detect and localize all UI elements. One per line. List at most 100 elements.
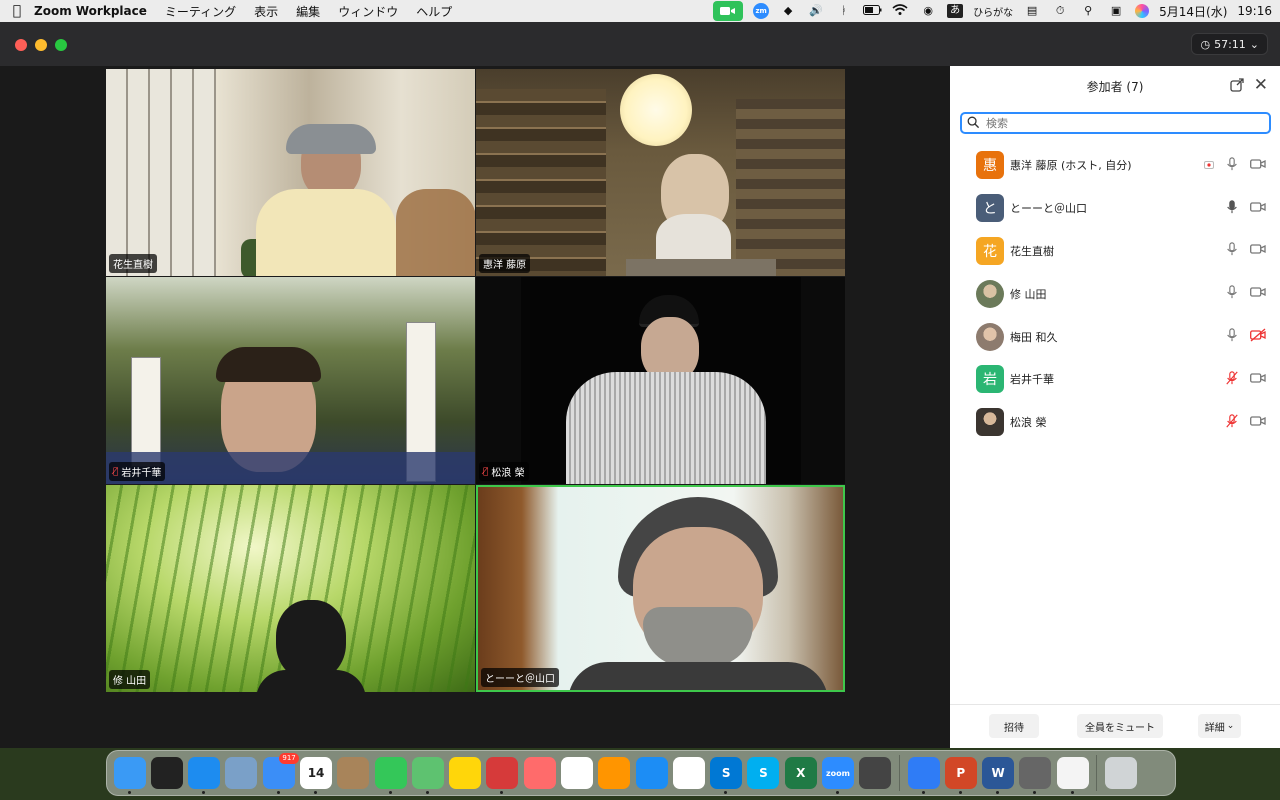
video-camera-icon[interactable] (1250, 241, 1266, 260)
dock-messenger-icon[interactable] (907, 757, 940, 794)
menu-view[interactable]: 表示 (254, 3, 278, 20)
meeting-timer[interactable]: ◷ 57:11 ⌄ (1191, 33, 1268, 55)
dock-separator (898, 755, 900, 791)
fullscreen-window-button[interactable] (55, 39, 67, 51)
video-tile[interactable]: 惠洋 藤原 (476, 69, 845, 276)
video-tile[interactable]: 🎙̸ 松浪 榮 (476, 277, 845, 484)
dock-google-drive-icon[interactable] (859, 757, 892, 789)
video-tile[interactable]: 修 山田 (106, 485, 475, 692)
keyboard-icon[interactable]: ▤ (1023, 4, 1041, 18)
video-camera-icon[interactable] (1250, 370, 1266, 389)
close-panel-icon[interactable]: ✕ (1254, 76, 1268, 94)
search-icon (967, 114, 980, 133)
app-menu[interactable]: Zoom Workplace (34, 4, 147, 18)
window-titlebar[interactable]: ◷ 57:11 ⌄ (0, 22, 1280, 66)
video-tile[interactable]: 花生直樹 (106, 69, 475, 276)
participant-name: 花生直樹 (1010, 244, 1054, 258)
muted-mic-icon[interactable] (1224, 413, 1240, 432)
microphone-icon[interactable] (1224, 284, 1240, 303)
volume-icon[interactable]: 🔊 (807, 4, 825, 18)
dock-app-store-icon[interactable] (635, 757, 668, 789)
muted-mic-icon[interactable] (1224, 370, 1240, 389)
minimize-window-button[interactable] (35, 39, 47, 51)
participant-row[interactable]: 松浪 榮 (950, 401, 1280, 444)
dock-finder-icon[interactable] (113, 757, 146, 794)
dock-trash-icon[interactable] (1104, 757, 1137, 789)
siri-icon[interactable] (1135, 4, 1150, 18)
menu-help[interactable]: ヘルプ (416, 3, 452, 20)
zoom-video-status-icon[interactable] (713, 1, 744, 21)
dropbox-icon[interactable]: ◆ (779, 4, 797, 18)
video-tile-active-speaker[interactable]: とーーと＠山口 (476, 485, 845, 692)
menubar-time[interactable]: 19:16 (1237, 4, 1272, 18)
dock-calendar-icon[interactable]: 14 (300, 757, 333, 794)
participant-search-field[interactable] (960, 112, 1271, 134)
invite-button[interactable]: 招待 (989, 714, 1039, 738)
participant-row[interactable]: 岩 岩井千華 (950, 358, 1280, 401)
ime-indicator[interactable]: あ (947, 4, 964, 18)
video-camera-icon[interactable] (1250, 413, 1266, 432)
video-tile[interactable]: 🎙̸ 岩井千華 (106, 277, 475, 484)
participants-panel: 参加者 (7) ✕ 惠 惠洋 藤原 (ホスト, 自分) (950, 66, 1280, 748)
dock-printer-icon[interactable] (1019, 757, 1052, 794)
dock-icon-label: X (796, 766, 806, 780)
dock-reminders-icon[interactable] (672, 757, 705, 789)
participant-row[interactable]: 修 山田 (950, 272, 1280, 315)
more-options-button[interactable]: 詳細 ⌄ (1198, 714, 1241, 738)
menu-meeting[interactable]: ミーティング (165, 3, 236, 20)
dock-zoom-icon[interactable]: zoom (821, 757, 854, 794)
tile-name-label: 惠洋 藤原 (479, 254, 531, 273)
search-input[interactable] (986, 116, 1256, 130)
mute-all-button[interactable]: 全員をミュート (1077, 714, 1163, 738)
dock-mission-control-icon[interactable] (150, 757, 183, 789)
pop-out-icon[interactable] (1230, 78, 1244, 92)
zoom-menu-icon[interactable]: zm (753, 3, 770, 19)
participant-row[interactable]: 梅田 和久 (950, 315, 1280, 358)
microphone-icon[interactable] (1224, 327, 1240, 346)
dock-mail-icon[interactable]: 917 (262, 753, 299, 794)
ime-mode-label[interactable]: ひらがな (973, 4, 1013, 19)
menu-window[interactable]: ウィンドウ (338, 3, 398, 20)
running-indicator (835, 791, 839, 794)
dock-skype-business-icon[interactable]: S (710, 757, 743, 794)
close-window-button[interactable] (15, 39, 27, 51)
dock-books-icon[interactable] (598, 757, 631, 789)
participant-row[interactable]: 花 花生直樹 (950, 230, 1280, 273)
dock-contacts-icon[interactable] (337, 757, 370, 789)
video-camera-icon[interactable] (1250, 284, 1266, 303)
dock-launchpad-icon[interactable] (523, 757, 556, 789)
dock-powerpoint-icon[interactable]: P (944, 757, 977, 794)
apple-menu-icon[interactable]:  (0, 3, 34, 19)
wifi-icon[interactable] (891, 4, 909, 18)
menu-edit[interactable]: 編集 (296, 3, 320, 20)
menu-bar:  Zoom Workplace ミーティング 表示 編集 ウィンドウ ヘルプ … (0, 0, 1280, 22)
dock-photo-booth-icon[interactable] (486, 757, 519, 794)
dock-excel-icon[interactable]: X (784, 757, 817, 789)
video-camera-icon[interactable] (1250, 199, 1266, 218)
control-center-icon[interactable]: ▣ (1107, 4, 1125, 18)
dock-maps-icon[interactable] (411, 757, 444, 794)
microphone-icon[interactable] (1224, 199, 1240, 218)
dock-preview-icon[interactable] (225, 757, 258, 789)
time-machine-icon[interactable]: ⏱ (1051, 4, 1069, 18)
dock-notes-icon[interactable] (449, 757, 482, 789)
dock-skype-icon[interactable]: S (747, 757, 780, 789)
dock-chrome-icon[interactable] (1056, 757, 1089, 794)
microphone-icon[interactable] (1224, 156, 1240, 175)
menubar-date[interactable]: 5月14日(水) (1159, 3, 1227, 20)
microphone-icon[interactable] (1224, 241, 1240, 260)
spotlight-search-icon[interactable]: ⚲ (1079, 4, 1097, 18)
battery-icon[interactable] (863, 4, 882, 18)
video-off-icon[interactable] (1250, 327, 1266, 346)
dock-word-icon[interactable]: W (982, 757, 1015, 794)
user-account-icon[interactable]: ◉ (919, 4, 937, 18)
participant-row[interactable]: 惠 惠洋 藤原 (ホスト, 自分) (950, 144, 1280, 187)
running-indicator (724, 791, 728, 794)
video-camera-icon[interactable] (1250, 156, 1266, 175)
dock-safari-icon[interactable] (188, 757, 221, 794)
bluetooth-icon[interactable]: ᛓ (835, 4, 853, 18)
muted-mic-icon: 🎙̸ (113, 466, 119, 477)
dock-photos-icon[interactable] (561, 757, 594, 789)
participant-row[interactable]: と とーーと＠山口 (950, 187, 1280, 230)
dock-messages-icon[interactable] (374, 757, 407, 794)
